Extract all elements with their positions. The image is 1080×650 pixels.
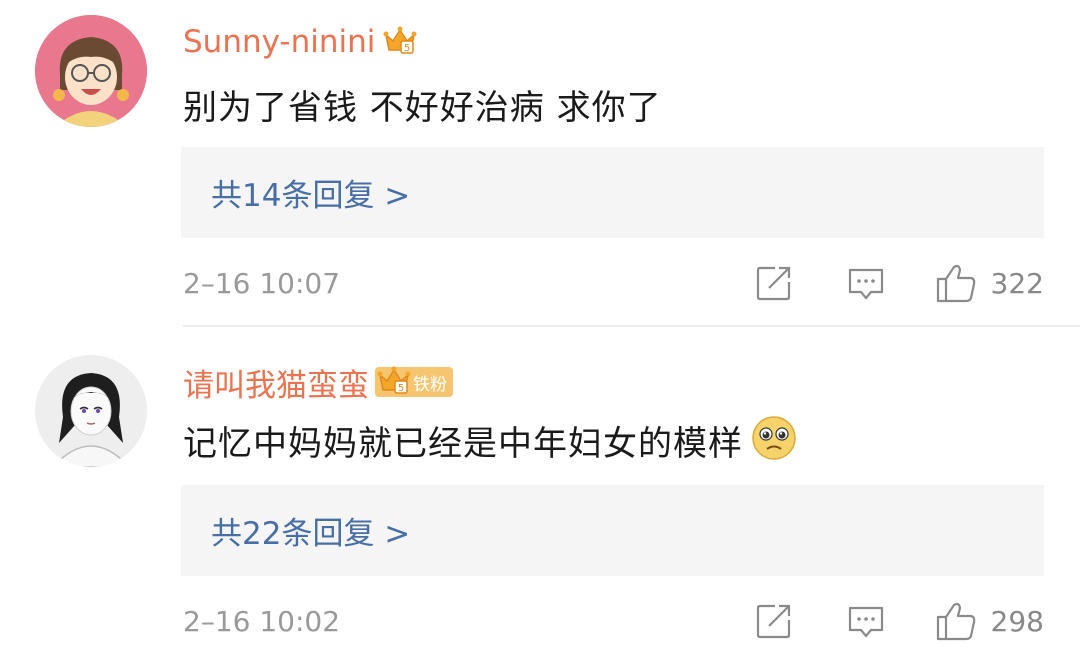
comment-text-content: 记忆中妈妈就已经是中年妇女的模样 <box>183 424 743 464</box>
comment-footer: 2–16 10:07 322 <box>183 263 1044 303</box>
repost-icon[interactable] <box>755 602 793 640</box>
timestamp: 2–16 10:07 <box>183 266 341 300</box>
avatar-illustration <box>35 15 147 127</box>
comment-text: 别为了省钱 不好好治病 求你了 <box>183 88 662 128</box>
like-button[interactable]: 322 <box>935 262 1044 304</box>
username[interactable]: 请叫我猫蛮蛮 <box>183 360 369 405</box>
replies-box[interactable]: 共14条回复 > <box>181 147 1044 238</box>
comment-text: 记忆中妈妈就已经是中年妇女的模样 <box>183 416 797 470</box>
repost-icon[interactable] <box>755 264 793 302</box>
fan-badge-label: 铁粉 <box>413 374 447 395</box>
comment-actions: 322 <box>755 262 1044 304</box>
badge-level: 5 <box>398 383 404 394</box>
view-replies-link[interactable]: 共14条回复 > <box>211 170 410 215</box>
avatar-illustration <box>35 355 147 467</box>
timestamp: 2–16 10:02 <box>183 604 341 638</box>
comment-item: Sunny-ninini 5 别为了省钱 不好好治病 求你了 共14条回复 > … <box>0 0 1080 325</box>
divider <box>183 325 1080 327</box>
pleading-face-emoji <box>751 415 797 470</box>
user-row: 请叫我猫蛮蛮 5 铁粉 <box>183 358 453 406</box>
comment-footer: 2–16 10:02 298 <box>183 601 1044 641</box>
badge-level: 5 <box>404 43 410 54</box>
avatar[interactable] <box>35 15 147 127</box>
thumbs-up-icon[interactable] <box>935 262 977 304</box>
replies-box[interactable]: 共22条回复 > <box>181 485 1044 576</box>
comment-actions: 298 <box>755 600 1044 642</box>
comment-item: 请叫我猫蛮蛮 5 铁粉 记忆中妈妈就已经是中年妇女的模样 共22条回复 > 2–… <box>0 328 1080 650</box>
comment-icon[interactable] <box>847 602 885 640</box>
like-count: 322 <box>990 266 1044 300</box>
like-button[interactable]: 298 <box>935 600 1044 642</box>
fan-badge[interactable]: 5 铁粉 <box>375 365 453 399</box>
avatar[interactable] <box>35 355 147 467</box>
username[interactable]: Sunny-ninini <box>183 24 375 60</box>
crown-icon[interactable]: 5 <box>383 25 417 59</box>
like-count: 298 <box>990 604 1044 638</box>
user-row: Sunny-ninini 5 <box>183 18 417 66</box>
comment-icon[interactable] <box>847 264 885 302</box>
crown-icon: 5 <box>377 365 411 399</box>
view-replies-link[interactable]: 共22条回复 > <box>211 508 410 553</box>
thumbs-up-icon[interactable] <box>935 600 977 642</box>
